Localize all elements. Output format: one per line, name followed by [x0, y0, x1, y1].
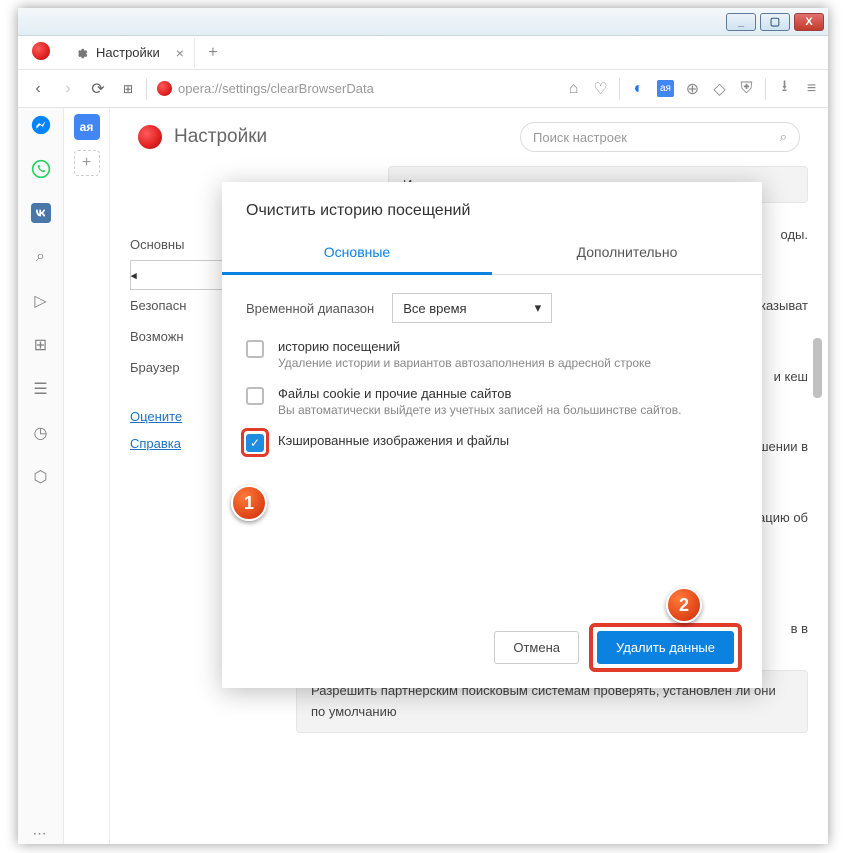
- site-icon: [157, 81, 172, 96]
- dialog-tabs: Основные Дополнительно: [222, 232, 762, 275]
- page-header: Настройки Поиск настроек ⌕: [110, 108, 828, 166]
- address-bar: ‹ › ⟳ ⊞ opera://settings/clearBrowserDat…: [18, 70, 828, 108]
- tab-close-icon[interactable]: ×: [176, 45, 184, 61]
- new-tab-button[interactable]: +: [201, 41, 225, 65]
- forward-button[interactable]: ›: [56, 77, 80, 101]
- clear-data-button[interactable]: Удалить данные: [597, 631, 734, 664]
- extensions-icon[interactable]: ⬡: [30, 466, 52, 488]
- tab-basic[interactable]: Основные: [222, 232, 492, 275]
- news-icon[interactable]: ☰: [30, 378, 52, 400]
- search-placeholder: Поиск настроек: [533, 130, 627, 145]
- url-text: opera://settings/clearBrowserData: [178, 81, 374, 96]
- flow-icon[interactable]: ▷: [30, 290, 52, 312]
- search-icon: ⌕: [780, 129, 787, 145]
- time-range-value: Все время: [403, 301, 466, 316]
- gear-icon: [74, 46, 88, 60]
- close-button[interactable]: X: [794, 13, 824, 31]
- menu-icon[interactable]: ≡: [803, 80, 820, 97]
- page-title: Настройки: [174, 126, 267, 148]
- scrollbar[interactable]: [813, 338, 822, 398]
- time-range-select[interactable]: Все время ▾: [392, 293, 552, 323]
- annotation-marker-1: 1: [231, 485, 267, 521]
- dialog-title: Очистить историю посещений: [222, 182, 762, 232]
- titlebar: _ ▢ X: [18, 8, 828, 36]
- translate-icon[interactable]: aя: [657, 80, 674, 97]
- cache-title: Кэшированные изображения и файлы: [278, 433, 509, 448]
- back-button[interactable]: ‹: [26, 77, 50, 101]
- search-settings-input[interactable]: Поиск настроек ⌕: [520, 122, 800, 152]
- maximize-button[interactable]: ▢: [760, 13, 790, 31]
- highlight-marker-1: ✓: [241, 428, 269, 457]
- checkbox-cookies[interactable]: [246, 387, 264, 405]
- annotation-marker-2: 2: [666, 587, 702, 623]
- opera-logo-icon: [32, 42, 50, 60]
- url-field[interactable]: opera://settings/clearBrowserData: [153, 81, 559, 96]
- shield-icon[interactable]: ⛨: [738, 80, 755, 97]
- history-subtitle: Удаление истории и вариантов автозаполне…: [278, 356, 651, 370]
- search-icon[interactable]: ⌕: [30, 246, 52, 268]
- opera-logo-icon: [138, 125, 162, 149]
- window-frame: _ ▢ X Настройки × + ‹ › ⟳ ⊞ opera://sett…: [18, 8, 828, 844]
- sidebar: ⌕ ▷ ⊞ ☰ ◷ ⬡ ⋯: [18, 108, 64, 844]
- tab-strip: Настройки × +: [18, 36, 828, 70]
- minimize-button[interactable]: _: [726, 13, 756, 31]
- cookies-subtitle: Вы автоматически выйдете из учетных запи…: [278, 403, 681, 417]
- messenger-icon[interactable]: [30, 114, 52, 136]
- camera-icon[interactable]: ⌂: [565, 80, 582, 97]
- checkbox-history[interactable]: [246, 340, 264, 358]
- vk-icon[interactable]: [30, 202, 52, 224]
- speed-dial-button[interactable]: ⊞: [116, 77, 140, 101]
- crypto-icon[interactable]: ◇: [711, 80, 728, 97]
- tab-label: Настройки: [96, 45, 160, 60]
- tab-settings[interactable]: Настройки ×: [64, 38, 195, 68]
- checkbox-cache[interactable]: ✓: [246, 434, 264, 452]
- history-icon[interactable]: ◷: [30, 422, 52, 444]
- highlight-marker-2: Удалить данные: [589, 623, 742, 672]
- chevron-down-icon: ▾: [535, 300, 542, 316]
- whatsapp-icon[interactable]: [30, 158, 52, 180]
- reload-button[interactable]: ⟳: [86, 77, 110, 101]
- translate-card[interactable]: aя: [74, 114, 100, 140]
- speed-dial-icon[interactable]: ⊞: [30, 334, 52, 356]
- bookmark-icon[interactable]: ♡: [592, 80, 609, 97]
- toolbar-icons: ⌂ ♡ ◐ aя ⊕ ◇ ⛨ ⭳ ≡: [565, 78, 820, 100]
- pinboard-column: aя +: [64, 108, 110, 844]
- cookies-title: Файлы cookie и прочие данные сайтов: [278, 386, 681, 401]
- cancel-button[interactable]: Отмена: [494, 631, 579, 664]
- sidebar-more-icon[interactable]: ⋯: [30, 822, 52, 844]
- globe-icon[interactable]: ⊕: [684, 80, 701, 97]
- tab-advanced[interactable]: Дополнительно: [492, 232, 762, 274]
- download-icon[interactable]: ⭳: [776, 80, 793, 97]
- time-range-label: Временной диапазон: [246, 301, 374, 316]
- history-title: историю посещений: [278, 339, 651, 354]
- vpn-icon[interactable]: ◐: [630, 80, 647, 97]
- add-card-button[interactable]: +: [74, 150, 100, 176]
- dialog-footer: Отмена Удалить данные: [494, 623, 742, 672]
